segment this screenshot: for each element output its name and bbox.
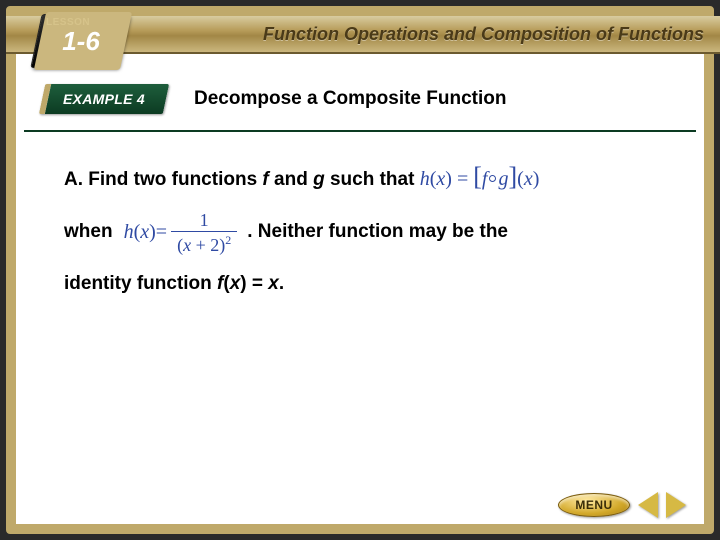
- compose-icon: [489, 175, 496, 182]
- content-area: EXAMPLE 4 Decompose a Composite Function…: [24, 72, 696, 496]
- math-hx-equals-fg: h(x) = [fg](x): [420, 168, 540, 190]
- when-word: when: [64, 212, 113, 252]
- example-title: Decompose a Composite Function: [194, 88, 506, 110]
- menu-label: MENU: [575, 498, 612, 512]
- lesson-badge: LESSON 1-6: [36, 14, 124, 68]
- part-label: A.: [64, 169, 83, 190]
- example-header-row: EXAMPLE 4 Decompose a Composite Function: [24, 82, 696, 122]
- prev-arrow-icon[interactable]: [638, 492, 658, 518]
- problem-line-3: identity function f(x) = x.: [64, 264, 666, 304]
- lesson-number: 1-6: [48, 26, 114, 57]
- example-badge: EXAMPLE 4: [42, 84, 166, 114]
- text-1a: Find two functions: [88, 169, 262, 190]
- chapter-title-text: Function Operations and Composition of F…: [263, 24, 704, 45]
- text-2-tail: . Neither function may be the: [247, 212, 508, 252]
- next-arrow-icon[interactable]: [666, 492, 686, 518]
- math-hx-equals-frac: h(x) = 1 (x + 2)2: [119, 211, 242, 255]
- var-g: g: [313, 169, 325, 190]
- problem-line-1: A. Find two functions f and g such that …: [64, 150, 666, 205]
- problem-body: A. Find two functions f and g such that …: [64, 150, 666, 304]
- problem-line-2: when h(x) = 1 (x + 2)2 . Neither functio…: [64, 211, 666, 255]
- bottom-nav: MENU: [558, 492, 686, 518]
- slide-frame: Function Operations and Composition of F…: [6, 6, 714, 534]
- divider-line: [24, 130, 696, 132]
- fraction: 1 (x + 2)2: [171, 211, 237, 255]
- example-badge-label: EXAMPLE 4: [42, 84, 166, 114]
- text-3a: identity function: [64, 273, 217, 294]
- menu-button[interactable]: MENU: [558, 493, 630, 517]
- text-1c: such that: [325, 169, 420, 190]
- text-1b: and: [269, 169, 313, 190]
